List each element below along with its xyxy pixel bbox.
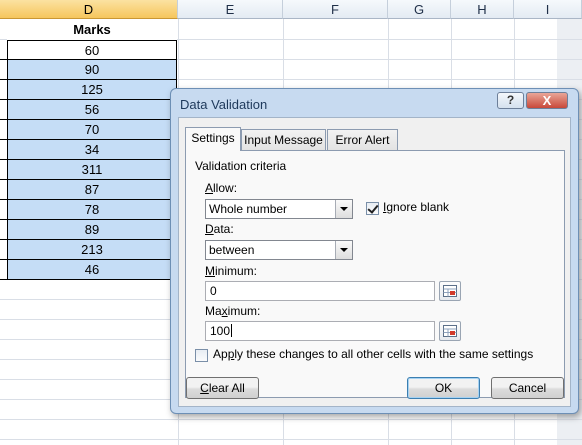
tab-error-alert[interactable]: Error Alert (327, 129, 398, 150)
grid-line (0, 419, 582, 420)
settings-panel: Validation criteria Allow: Whole number … (185, 150, 565, 398)
marks-cell[interactable]: 70 (7, 120, 177, 140)
column-header-g[interactable]: G (388, 0, 451, 19)
allow-label: Allow: (205, 181, 238, 195)
marks-header-cell[interactable]: Marks (7, 20, 177, 40)
cancel-button[interactable]: Cancel (491, 377, 564, 399)
ignore-blank-checkbox[interactable] (366, 202, 379, 215)
help-button[interactable]: ? (497, 92, 524, 109)
marks-cell[interactable]: 78 (7, 200, 177, 220)
cell-border-tick (0, 99, 7, 100)
allow-value: Whole number (209, 202, 288, 216)
collapse-dialog-maximum-icon[interactable] (439, 321, 461, 341)
cell-border-tick (0, 179, 7, 180)
column-header-d[interactable]: D (0, 0, 178, 19)
marks-cell[interactable]: 90 (7, 60, 177, 80)
cell-border-tick (0, 259, 7, 260)
chevron-down-icon[interactable] (335, 200, 352, 218)
marks-cell[interactable]: 89 (7, 220, 177, 240)
allow-select[interactable]: Whole number (205, 199, 353, 219)
text-caret (231, 324, 233, 337)
cell-border-tick (0, 79, 7, 80)
data-select[interactable]: between (205, 240, 353, 260)
apply-all-label[interactable]: Apply these changes to all other cells w… (213, 347, 533, 361)
cell-border-tick (0, 119, 7, 120)
close-button[interactable]: X (526, 92, 568, 109)
minimum-input[interactable]: 0 (205, 281, 435, 301)
collapse-dialog-minimum-icon[interactable] (439, 281, 461, 301)
chevron-down-icon[interactable] (335, 241, 352, 259)
validation-criteria-label: Validation criteria (195, 159, 287, 173)
maximum-input[interactable]: 100 (205, 321, 435, 341)
marks-cell[interactable]: 56 (7, 100, 177, 120)
data-validation-dialog: Data Validation ? X Settings Input Messa… (170, 88, 579, 414)
data-label: Data: (205, 222, 234, 236)
maximum-label: Maximum: (205, 304, 261, 318)
grid-line (0, 439, 582, 440)
cell-border-tick (0, 159, 7, 160)
cell-border-tick (0, 199, 7, 200)
apply-all-checkbox[interactable] (195, 349, 208, 362)
clear-all-button[interactable]: Clear All (186, 377, 259, 399)
dialog-title: Data Validation (180, 97, 268, 112)
column-header-f[interactable]: F (283, 0, 388, 19)
marks-cell[interactable]: 311 (7, 160, 177, 180)
marks-cell[interactable]: 87 (7, 180, 177, 200)
cell-border-tick (0, 239, 7, 240)
marks-cell[interactable]: 60 (7, 40, 177, 60)
column-header-e[interactable]: E (178, 0, 283, 19)
cell-border-tick (0, 279, 7, 280)
tab-settings[interactable]: Settings (185, 127, 241, 151)
cell-border-tick (0, 219, 7, 220)
minimum-label: Minimum: (205, 264, 258, 278)
marks-cell[interactable]: 34 (7, 140, 177, 160)
dialog-client-area: Settings Input Message Error Alert Valid… (178, 117, 571, 407)
marks-cell[interactable]: 125 (7, 80, 177, 100)
ok-button[interactable]: OK (407, 377, 480, 399)
column-header-i[interactable]: I (514, 0, 582, 19)
ignore-blank-label[interactable]: Ignore blank (383, 200, 449, 214)
marks-cell[interactable]: 46 (7, 260, 177, 280)
marks-cell[interactable]: 213 (7, 240, 177, 260)
cell-border-tick (0, 139, 7, 140)
cell-border-tick (0, 59, 7, 60)
data-value: between (209, 243, 255, 257)
column-header-h[interactable]: H (451, 0, 514, 19)
tab-input-message[interactable]: Input Message (241, 129, 326, 150)
